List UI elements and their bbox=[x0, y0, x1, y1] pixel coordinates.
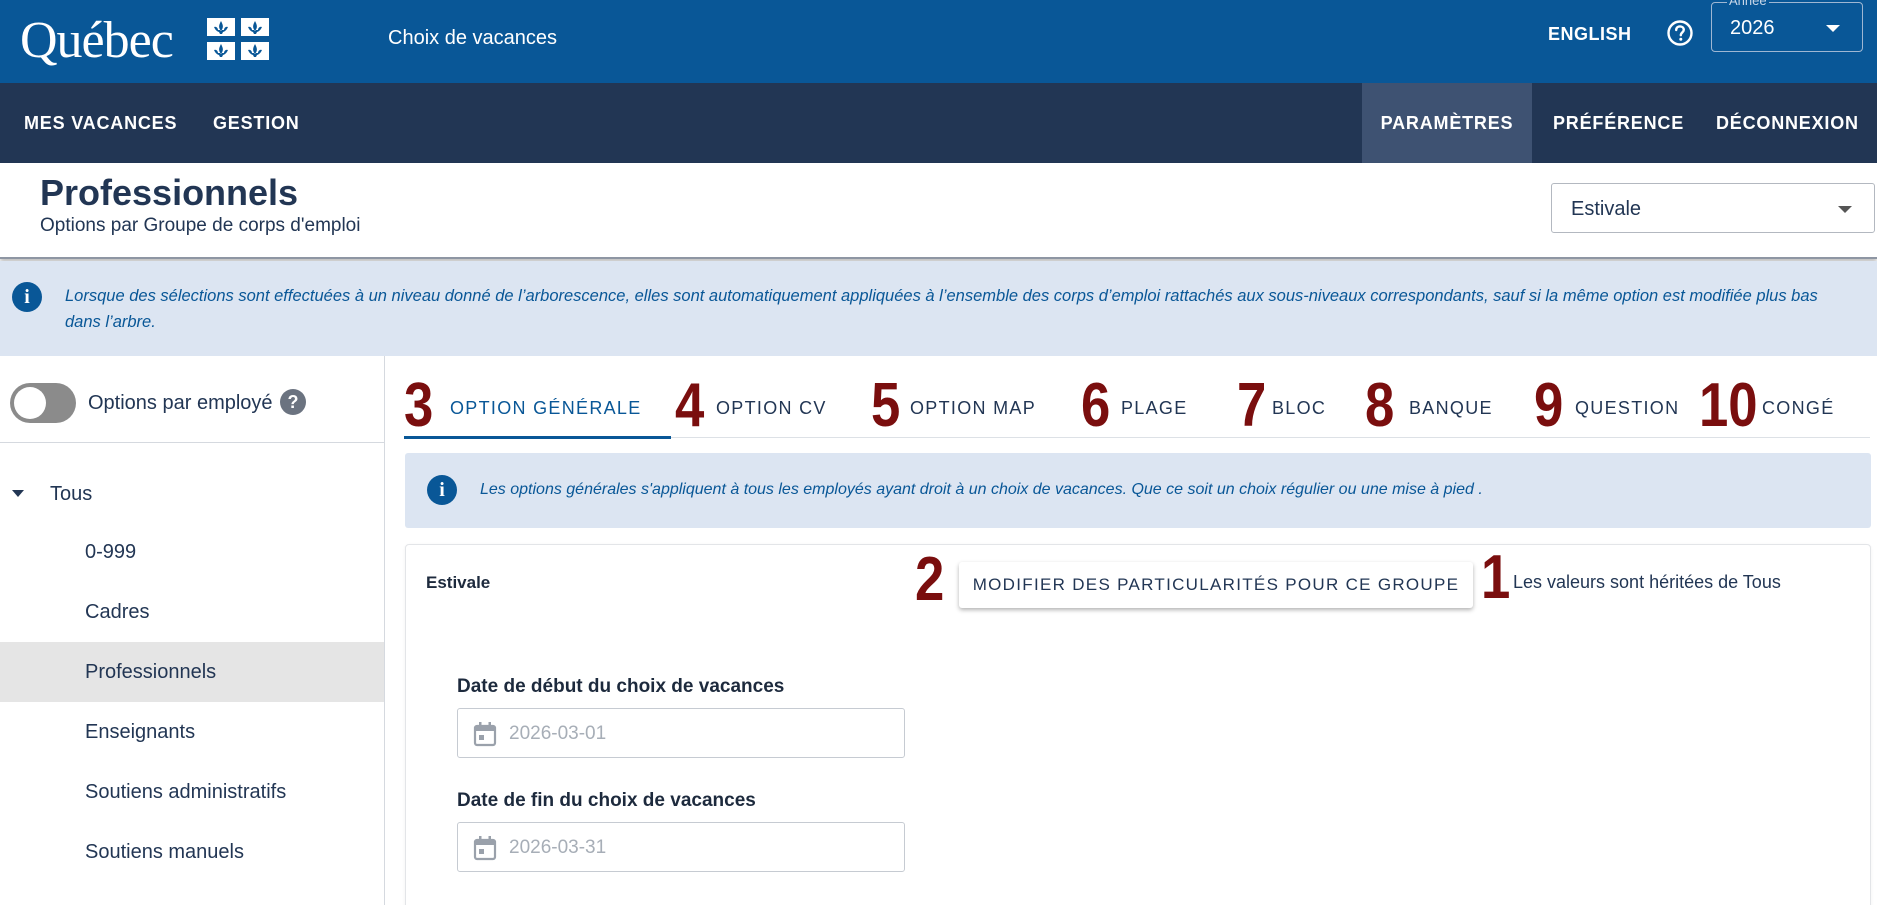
tree-root-tous[interactable]: Tous bbox=[50, 482, 92, 506]
tree-item-soutiens-administratifs[interactable]: Soutiens administratifs bbox=[0, 762, 384, 822]
quebec-logo[interactable]: Québec bbox=[20, 11, 174, 71]
tab-label: BLOC bbox=[1272, 398, 1327, 418]
page-subtitle: Options par Groupe de corps d'emploi bbox=[40, 215, 361, 236]
chevron-down-icon bbox=[1826, 25, 1840, 32]
tree-item-professionnels[interactable]: Professionnels bbox=[0, 642, 384, 702]
tab-banque[interactable]: 8 BANQUE bbox=[1362, 368, 1522, 438]
annotation-number: 8 bbox=[1365, 371, 1395, 440]
tab-info-text: Les options générales s'appliquent à tou… bbox=[480, 481, 1483, 498]
help-circle-icon[interactable] bbox=[1666, 19, 1694, 47]
modify-particularities-button[interactable]: MODIFIER DES PARTICULARITÉS POUR CE GROU… bbox=[959, 562, 1473, 608]
tree-item-label: Cadres bbox=[85, 601, 150, 623]
calendar-icon bbox=[473, 722, 497, 747]
annotation-number: 10 bbox=[1699, 371, 1758, 440]
nav-preference[interactable]: PRÉFÉRENCE bbox=[1553, 83, 1684, 163]
annotation-number: 2 bbox=[915, 545, 945, 614]
season-select[interactable]: Estivale bbox=[1551, 183, 1875, 233]
options-card: Estivale 2 MODIFIER DES PARTICULARITÉS P… bbox=[405, 544, 1871, 905]
tab-label: OPTION MAP bbox=[910, 398, 1037, 418]
tree-item-label: Soutiens administratifs bbox=[85, 781, 287, 803]
tree-item-soutiens-manuels[interactable]: Soutiens manuels bbox=[0, 822, 384, 882]
annotation-number: 4 bbox=[675, 371, 705, 440]
tab-info-banner: i Les options générales s'appliquent à t… bbox=[405, 453, 1871, 528]
app-title: Choix de vacances bbox=[388, 27, 557, 49]
start-date-value: 2026-03-01 bbox=[509, 723, 607, 744]
year-select-label: Année bbox=[1727, 0, 1769, 8]
annotation-number: 7 bbox=[1237, 371, 1267, 440]
fleur-de-lis-flag-icon bbox=[207, 18, 269, 60]
page-header: Professionnels Options par Groupe de cor… bbox=[0, 163, 1877, 259]
tab-label: QUESTION bbox=[1575, 398, 1680, 418]
annotation-number: 9 bbox=[1534, 371, 1564, 440]
tree-item-label: Professionnels bbox=[85, 661, 217, 683]
tab-label: OPTION CV bbox=[716, 398, 827, 418]
info-icon: i bbox=[427, 475, 457, 505]
caret-down-icon bbox=[1838, 206, 1852, 213]
end-date-value: 2026-03-31 bbox=[509, 837, 607, 858]
calendar-icon bbox=[473, 836, 497, 861]
tab-label: OPTION GÉNÉRALE bbox=[450, 398, 642, 418]
year-select[interactable]: Année 2026 bbox=[1711, 0, 1863, 52]
tab-bar: 3 OPTION GÉNÉRALE 4 OPTION CV 5 OPTION M… bbox=[404, 368, 1870, 440]
annotation-number: 6 bbox=[1081, 371, 1111, 440]
tree-item-0-999[interactable]: 0-999 bbox=[0, 522, 384, 582]
start-date-field[interactable]: 2026-03-01 bbox=[457, 708, 905, 758]
card-title: Estivale bbox=[426, 573, 491, 592]
sidebar: Options par employé ? Tous 0-999 Cadres … bbox=[0, 356, 385, 905]
inherited-values-text: Les valeurs sont héritées de Tous bbox=[1513, 572, 1781, 592]
page-title: Professionnels bbox=[40, 172, 299, 213]
active-tab-indicator bbox=[404, 436, 671, 439]
annotation-number: 5 bbox=[871, 371, 901, 440]
tab-plage[interactable]: 6 PLAGE bbox=[1076, 368, 1226, 438]
info-banner: i Lorsque des sélections sont effectuées… bbox=[0, 261, 1877, 356]
nav-gestion[interactable]: GESTION bbox=[213, 83, 300, 163]
tab-option-generale[interactable]: 3 OPTION GÉNÉRALE bbox=[404, 368, 671, 440]
year-select-value: 2026 bbox=[1730, 17, 1775, 39]
toggle-label: Options par employé bbox=[88, 392, 273, 414]
nav-mes-vacances[interactable]: MES VACANCES bbox=[24, 83, 177, 163]
caret-down-icon[interactable] bbox=[12, 490, 24, 497]
tab-label: CONGÉ bbox=[1762, 398, 1835, 418]
info-banner-text: Lorsque des sélections sont effectuées à… bbox=[65, 287, 1818, 331]
tab-option-cv[interactable]: 4 OPTION CV bbox=[671, 368, 861, 438]
sidebar-divider bbox=[0, 442, 384, 443]
english-language-link[interactable]: ENGLISH bbox=[1548, 23, 1632, 45]
tree-item-label: 0-999 bbox=[85, 541, 137, 563]
season-select-value: Estivale bbox=[1571, 198, 1642, 220]
end-date-label: Date de fin du choix de vacances bbox=[457, 790, 756, 811]
nav-deconnexion[interactable]: DÉCONNEXION bbox=[1716, 83, 1859, 163]
tab-option-map[interactable]: 5 OPTION MAP bbox=[866, 368, 1066, 438]
annotation-number: 1 bbox=[1481, 543, 1511, 612]
info-icon: i bbox=[12, 282, 42, 312]
tree-item-label: Enseignants bbox=[85, 721, 196, 743]
help-question-icon[interactable]: ? bbox=[280, 389, 306, 415]
tree-item-enseignants[interactable]: Enseignants bbox=[0, 702, 384, 762]
top-bar: Québec Choix de vacances ENGLISH Année 2… bbox=[0, 0, 1877, 83]
tab-label: PLAGE bbox=[1121, 398, 1188, 418]
tree-item-cadres[interactable]: Cadres bbox=[0, 582, 384, 642]
start-date-label: Date de début du choix de vacances bbox=[457, 676, 785, 697]
tab-question[interactable]: 9 QUESTION bbox=[1531, 368, 1691, 438]
annotation-number: 3 bbox=[404, 371, 434, 440]
tab-bloc[interactable]: 7 BLOC bbox=[1234, 368, 1334, 438]
tree-item-label: Soutiens manuels bbox=[85, 841, 244, 863]
options-par-employe-toggle[interactable] bbox=[10, 383, 76, 423]
tab-conge[interactable]: 10 CONGÉ bbox=[1698, 368, 1870, 438]
main-navigation: MES VACANCES GESTION PARAMÈTRES PRÉFÉREN… bbox=[0, 83, 1877, 163]
tab-label: BANQUE bbox=[1409, 398, 1493, 418]
toggle-knob bbox=[14, 387, 46, 419]
nav-parametres[interactable]: PARAMÈTRES bbox=[1362, 83, 1532, 163]
end-date-field[interactable]: 2026-03-31 bbox=[457, 822, 905, 872]
